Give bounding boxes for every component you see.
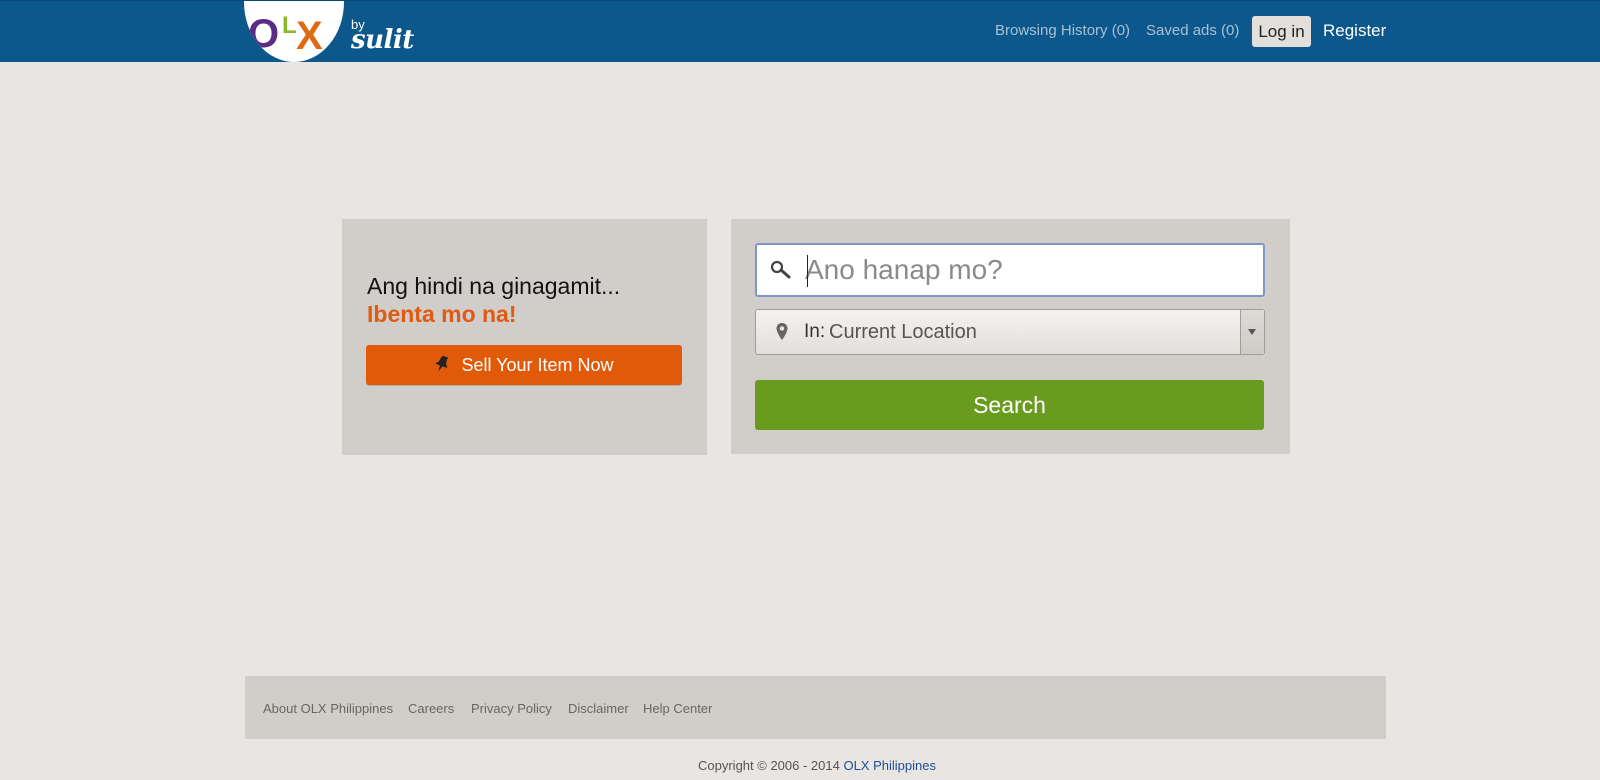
logo-letter-o: O	[248, 12, 279, 56]
pushpin-icon	[436, 355, 449, 372]
location-value: Current Location	[829, 321, 977, 343]
copyright-text: Copyright © 2006 - 2014	[698, 758, 840, 773]
footer-link-about[interactable]: About OLX Philippines	[263, 701, 393, 716]
logo-letter-l: L	[282, 12, 297, 39]
footer-link-disclaimer[interactable]: Disclaimer	[568, 701, 629, 716]
sell-panel: Ang hindi na ginagamit... Ibenta mo na! …	[342, 219, 707, 455]
footer-link-help-center[interactable]: Help Center	[643, 701, 712, 716]
footer-link-privacy[interactable]: Privacy Policy	[471, 701, 552, 716]
browsing-history-link[interactable]: Browsing History (0)	[995, 22, 1130, 39]
olx-logo[interactable]: O L X	[244, 1, 344, 62]
copyright-notice: Copyright © 2006 - 2014 OLX Philippines	[698, 758, 936, 773]
footer-link-careers[interactable]: Careers	[408, 701, 454, 716]
map-pin-icon	[776, 323, 788, 340]
location-dropdown-toggle[interactable]	[1240, 310, 1264, 354]
saved-ads-link[interactable]: Saved ads (0)	[1146, 22, 1239, 39]
olx-logo-graphic: O L X	[248, 12, 323, 58]
logo-brand-text: sulit	[351, 25, 414, 55]
chevron-down-icon	[1248, 329, 1256, 335]
top-header: O L X by sulit Browsing History (0) Save…	[0, 0, 1600, 62]
logo-letter-x: X	[296, 14, 323, 58]
sell-item-button[interactable]: Sell Your Item Now	[366, 345, 682, 385]
login-button[interactable]: Log in	[1252, 16, 1311, 47]
location-select[interactable]: In: Current Location	[755, 309, 1265, 355]
search-panel: In: Current Location Search	[731, 219, 1290, 454]
search-input[interactable]	[805, 251, 1245, 289]
location-prefix: In:	[804, 321, 826, 342]
search-box[interactable]	[755, 243, 1265, 297]
search-icon	[770, 260, 791, 279]
copyright-link[interactable]: OLX Philippines	[843, 758, 936, 773]
sell-tagline-accent: Ibenta mo na!	[367, 301, 517, 327]
register-link[interactable]: Register	[1323, 21, 1386, 41]
sell-tagline: Ang hindi na ginagamit...	[367, 273, 621, 299]
text-caret	[807, 255, 808, 287]
search-button[interactable]: Search	[755, 380, 1264, 430]
sell-item-button-label: Sell Your Item Now	[461, 355, 614, 375]
footer-links-bar: About OLX Philippines Careers Privacy Po…	[245, 676, 1386, 739]
